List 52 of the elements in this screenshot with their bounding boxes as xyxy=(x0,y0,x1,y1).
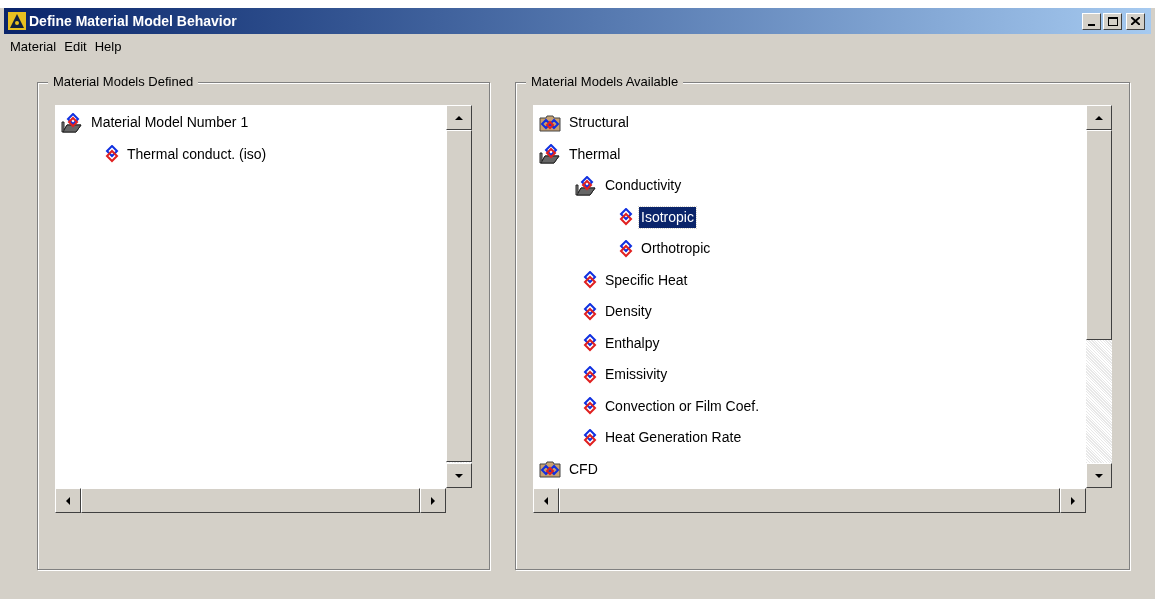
tree-item[interactable]: CFD xyxy=(567,458,600,480)
material-model-icon xyxy=(583,302,597,321)
tree-item[interactable]: Specific Heat xyxy=(603,269,690,291)
scroll-thumb[interactable] xyxy=(1086,130,1112,340)
tree-item[interactable]: Orthotropic xyxy=(639,238,713,260)
tree-item[interactable]: Convection or Film Coef. xyxy=(603,395,762,417)
material-model-icon xyxy=(583,334,597,353)
vertical-scrollbar[interactable] xyxy=(1086,105,1112,488)
maximize-button[interactable] xyxy=(1103,12,1122,30)
material-model-icon xyxy=(583,397,597,416)
scroll-up-button[interactable] xyxy=(446,105,472,130)
menu-item[interactable]: Help xyxy=(92,37,124,57)
menu-item[interactable]: Material xyxy=(8,37,59,57)
material-model-icon xyxy=(105,145,119,164)
minimize-icon xyxy=(1088,23,1095,26)
scroll-down-button[interactable] xyxy=(1086,463,1112,488)
tree-item[interactable]: Conductivity xyxy=(603,175,684,197)
tree-item[interactable]: Emissivity xyxy=(603,364,670,386)
left-arrow-icon xyxy=(66,496,70,505)
tree-item[interactable]: Density xyxy=(603,301,654,323)
material-model-icon xyxy=(583,271,597,290)
tree-item[interactable]: Structural xyxy=(567,112,631,134)
maximize-icon xyxy=(1107,16,1118,26)
left-arrow-icon xyxy=(544,496,548,505)
scroll-left-button[interactable] xyxy=(55,488,81,513)
material-model-icon xyxy=(583,428,597,447)
tree-item[interactable]: Isotropic xyxy=(639,206,696,228)
up-arrow-icon xyxy=(1095,115,1103,120)
close-icon xyxy=(1131,17,1140,25)
down-arrow-icon xyxy=(1095,473,1103,478)
up-arrow-icon xyxy=(455,115,463,120)
menu-item[interactable]: Edit xyxy=(62,37,89,57)
window-title: Define Material Model Behavior xyxy=(29,11,238,31)
right-arrow-icon xyxy=(431,496,435,505)
tree-item[interactable]: Heat Generation Rate xyxy=(603,427,744,449)
close-button[interactable] xyxy=(1126,12,1145,30)
tree-item[interactable]: Enthalpy xyxy=(603,332,662,354)
scroll-up-button[interactable] xyxy=(1086,105,1112,130)
scroll-left-button[interactable] xyxy=(533,488,559,513)
material-model-icon xyxy=(583,365,597,384)
app-logo-icon xyxy=(8,12,26,30)
scroll-down-button[interactable] xyxy=(446,463,472,488)
down-arrow-icon xyxy=(455,473,463,478)
material-model-icon xyxy=(619,208,633,227)
scroll-right-button[interactable] xyxy=(420,488,446,513)
material-model-icon xyxy=(619,239,633,258)
minimize-button[interactable] xyxy=(1082,12,1101,30)
tree-item[interactable]: Thermal xyxy=(567,143,623,165)
tree-item[interactable]: Material Model Number 1 xyxy=(89,112,251,134)
tree-item[interactable]: Thermal conduct. (iso) xyxy=(125,143,269,165)
right-arrow-icon xyxy=(1071,496,1075,505)
scroll-right-button[interactable] xyxy=(1060,488,1086,513)
